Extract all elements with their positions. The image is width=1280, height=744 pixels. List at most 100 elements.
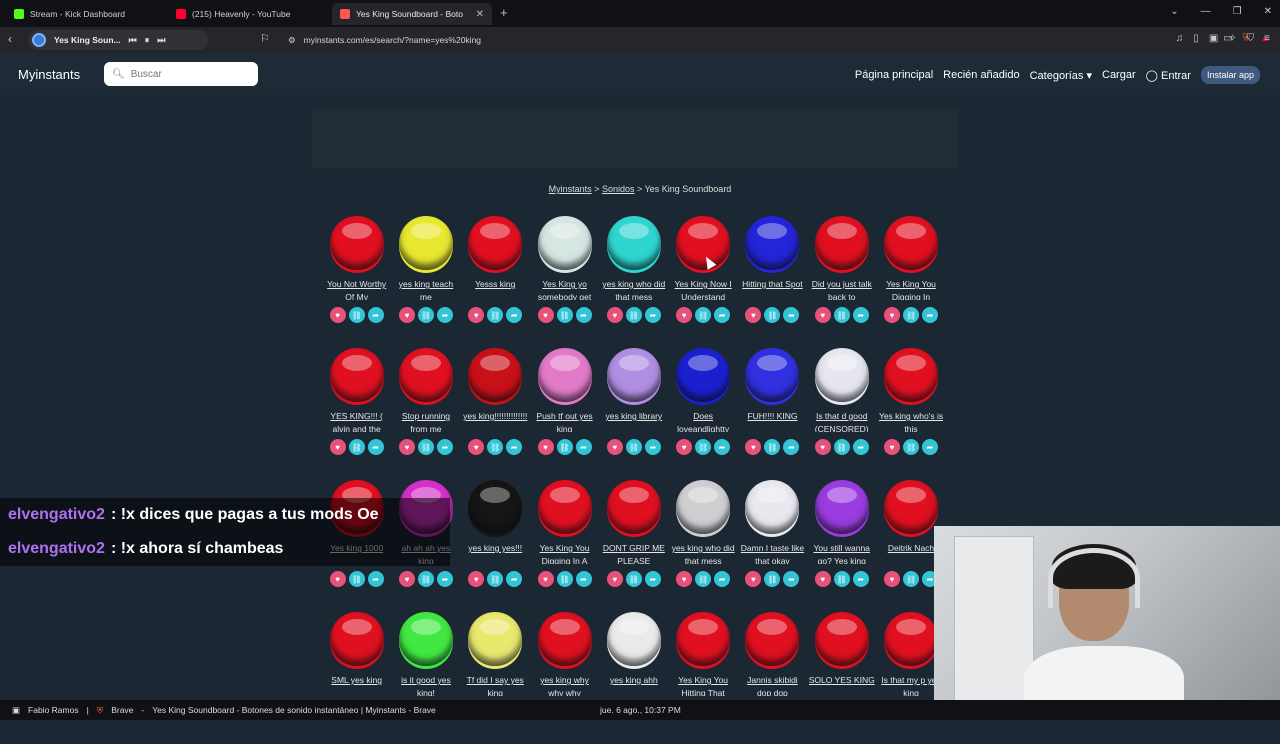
sound-play-button[interactable] bbox=[745, 348, 800, 402]
share-icon[interactable]: ➦ bbox=[852, 571, 869, 587]
sound-play-button[interactable] bbox=[676, 612, 731, 666]
sound-play-button[interactable] bbox=[468, 348, 523, 402]
sound-play-button[interactable] bbox=[814, 480, 869, 534]
link-icon[interactable]: ⛓ bbox=[417, 307, 434, 323]
share-icon[interactable]: ➦ bbox=[644, 571, 661, 587]
sound-play-button[interactable] bbox=[814, 216, 869, 270]
menu-upload[interactable]: Cargar bbox=[1102, 69, 1136, 81]
share-icon[interactable]: ➦ bbox=[852, 439, 869, 455]
share-icon[interactable]: ➦ bbox=[506, 307, 523, 323]
sound-play-button[interactable] bbox=[884, 612, 939, 666]
tab-myinstants[interactable]: Yes King Soundboard - Boto ✕ bbox=[332, 3, 492, 25]
sound-play-button[interactable] bbox=[606, 480, 661, 534]
sound-play-button[interactable] bbox=[468, 216, 523, 270]
share-icon[interactable]: ➦ bbox=[367, 571, 384, 587]
vpn-icon[interactable]: ⛉ bbox=[1247, 33, 1255, 44]
share-icon[interactable]: ➦ bbox=[367, 439, 384, 455]
install-app-button[interactable]: Instalar app bbox=[1200, 66, 1260, 84]
favorite-icon[interactable]: ♥ bbox=[745, 307, 762, 323]
share-icon[interactable]: ➦ bbox=[506, 439, 523, 455]
sound-title[interactable]: Did you just talk back to bbox=[809, 278, 875, 300]
share-icon[interactable]: ➦ bbox=[575, 307, 592, 323]
music-icon[interactable]: ♫ bbox=[1176, 33, 1184, 44]
sound-play-button[interactable] bbox=[606, 348, 661, 402]
sound-play-button[interactable] bbox=[745, 480, 800, 534]
link-icon[interactable]: ⛓ bbox=[348, 571, 365, 587]
sound-title[interactable]: yes king why why why bbox=[532, 674, 598, 696]
sidebar-icon[interactable]: ▯ bbox=[1193, 33, 1199, 44]
sound-play-button[interactable] bbox=[398, 348, 453, 402]
sound-title[interactable]: Does loveandlightty bbox=[670, 410, 736, 432]
sound-play-button[interactable] bbox=[468, 480, 523, 534]
sound-play-button[interactable] bbox=[606, 216, 661, 270]
sound-play-button[interactable] bbox=[814, 348, 869, 402]
sound-title[interactable]: You still wanna go? Yes king bbox=[809, 542, 875, 564]
sound-title[interactable]: Yes King yo somebody get bbox=[532, 278, 598, 300]
favorite-icon[interactable]: ♥ bbox=[606, 439, 623, 455]
sound-play-button[interactable] bbox=[329, 348, 384, 402]
sound-play-button[interactable] bbox=[398, 612, 453, 666]
link-icon[interactable]: ⛓ bbox=[833, 571, 850, 587]
favorite-icon[interactable]: ♥ bbox=[676, 571, 693, 587]
sound-title[interactable]: Damn I taste like that okay bbox=[739, 542, 805, 564]
taskbar-user[interactable]: Fabio Ramos bbox=[28, 705, 79, 715]
chevron-down-icon[interactable]: ⌄ bbox=[1170, 6, 1178, 17]
sound-play-button[interactable] bbox=[884, 348, 939, 402]
sound-title[interactable]: FUH!!!! KING bbox=[739, 410, 805, 432]
link-icon[interactable]: ⛓ bbox=[417, 439, 434, 455]
sound-title[interactable]: You Not Worthy Of My bbox=[324, 278, 390, 300]
link-icon[interactable]: ⛓ bbox=[764, 439, 781, 455]
sound-play-button[interactable] bbox=[814, 612, 869, 666]
sound-play-button[interactable] bbox=[606, 612, 661, 666]
favorite-icon[interactable]: ♥ bbox=[676, 439, 693, 455]
menu-login[interactable]: ◯ Entrar bbox=[1146, 69, 1191, 82]
sound-play-button[interactable] bbox=[537, 348, 592, 402]
share-icon[interactable]: ➦ bbox=[922, 307, 939, 323]
breadcrumb-sounds[interactable]: Sonidos bbox=[602, 184, 635, 194]
sound-title[interactable]: Yes King Now I Understand bbox=[670, 278, 736, 300]
sound-play-button[interactable] bbox=[468, 612, 523, 666]
sound-play-button[interactable] bbox=[329, 216, 384, 270]
favorite-icon[interactable]: ♥ bbox=[606, 571, 623, 587]
sound-title[interactable]: Yes King You Hitting That bbox=[670, 674, 736, 696]
share-icon[interactable]: ➦ bbox=[714, 571, 731, 587]
sound-play-button[interactable] bbox=[745, 216, 800, 270]
sound-title[interactable]: Stop running from me bbox=[393, 410, 459, 432]
favorite-icon[interactable]: ♥ bbox=[468, 571, 485, 587]
sound-play-button[interactable] bbox=[537, 480, 592, 534]
sound-title[interactable]: Yes king who's is this bbox=[878, 410, 944, 432]
sound-title[interactable]: yes king ahh bbox=[601, 674, 667, 696]
sound-title[interactable]: Is that d good (CENSORED) bbox=[809, 410, 875, 432]
favorite-icon[interactable]: ♥ bbox=[814, 571, 831, 587]
sound-play-button[interactable] bbox=[884, 480, 939, 534]
share-icon[interactable]: ➦ bbox=[644, 307, 661, 323]
share-icon[interactable]: ➦ bbox=[575, 571, 592, 587]
favorite-icon[interactable]: ♥ bbox=[329, 571, 346, 587]
link-icon[interactable]: ⛓ bbox=[695, 439, 712, 455]
share-icon[interactable]: ➦ bbox=[575, 439, 592, 455]
tab-youtube[interactable]: (215) Heavenly - YouTube bbox=[168, 3, 330, 25]
sound-title[interactable]: yes king who did that mess bbox=[670, 542, 736, 564]
taskbar-window-title[interactable]: Yes King Soundboard - Botones de sonido … bbox=[152, 705, 436, 715]
sound-title[interactable]: SOLO YES KING bbox=[809, 674, 875, 696]
link-icon[interactable]: ⛓ bbox=[487, 307, 504, 323]
link-icon[interactable]: ⛓ bbox=[833, 307, 850, 323]
sound-play-button[interactable] bbox=[398, 216, 453, 270]
link-icon[interactable]: ⛓ bbox=[556, 307, 573, 323]
share-icon[interactable]: ➦ bbox=[714, 439, 731, 455]
favorite-icon[interactable]: ♥ bbox=[398, 307, 415, 323]
media-control[interactable]: Yes King Soun... ⏮ ⏸ ⏭ bbox=[28, 30, 208, 50]
link-icon[interactable]: ⛓ bbox=[487, 439, 504, 455]
sound-title[interactable]: is it good yes king! bbox=[393, 674, 459, 696]
back-icon[interactable]: ‹ bbox=[8, 32, 12, 46]
favorite-icon[interactable]: ♥ bbox=[745, 439, 762, 455]
taskbar-app[interactable]: Brave bbox=[111, 705, 133, 715]
share-icon[interactable]: ➦ bbox=[436, 307, 453, 323]
favorite-icon[interactable]: ♥ bbox=[398, 571, 415, 587]
close-icon[interactable]: ✕ bbox=[1264, 6, 1272, 17]
link-icon[interactable]: ⛓ bbox=[556, 571, 573, 587]
sound-title[interactable]: SML yes king bbox=[324, 674, 390, 696]
favorite-icon[interactable]: ♥ bbox=[329, 307, 346, 323]
sound-title[interactable]: Push tf out yes king bbox=[532, 410, 598, 432]
sound-title[interactable]: yes king who did that mess bbox=[601, 278, 667, 300]
